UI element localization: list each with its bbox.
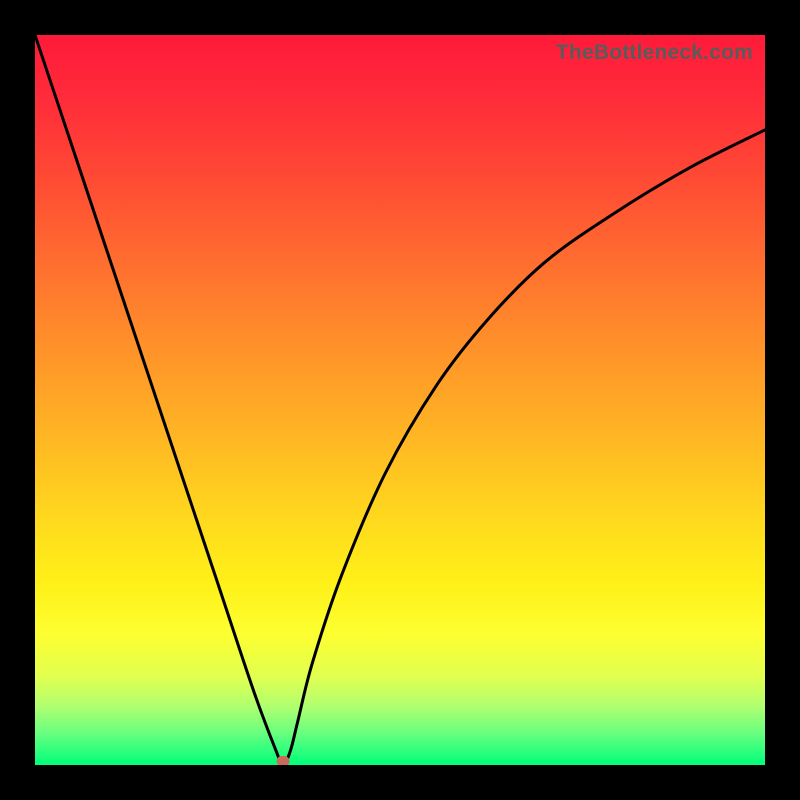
plot-area: TheBottleneck.com [35,35,765,765]
curve-svg [35,35,765,765]
bottleneck-curve-path [35,35,765,765]
minimum-marker [277,756,290,765]
watermark-text: TheBottleneck.com [556,41,753,65]
chart-frame: TheBottleneck.com [0,0,800,800]
